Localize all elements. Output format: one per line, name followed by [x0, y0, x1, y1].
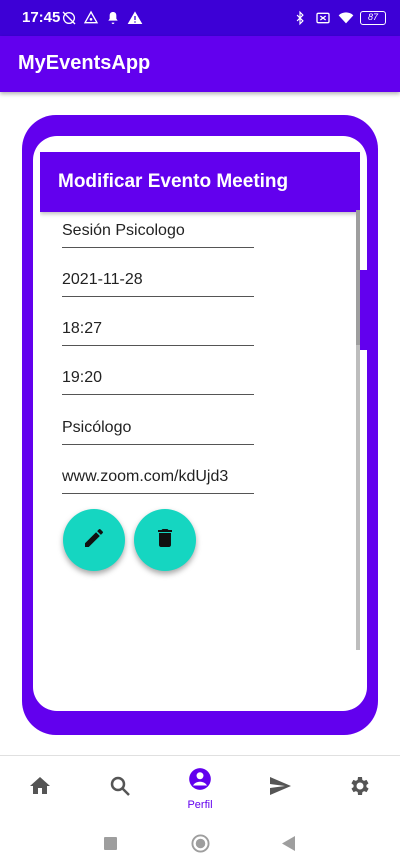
end-time-field[interactable]: 19:20	[62, 365, 254, 395]
no-sim-icon	[314, 9, 332, 27]
muted-alarm-icon	[60, 9, 78, 27]
card-frame-notch	[360, 270, 378, 350]
card-header: Modificar Evento Meeting	[40, 152, 360, 212]
event-name-field[interactable]: Sesión Psicologo	[62, 218, 254, 248]
status-bar: 17:45 87	[0, 0, 400, 36]
warning-icon	[126, 9, 144, 27]
system-navigation-bar	[0, 819, 400, 867]
home-icon	[28, 774, 52, 803]
pencil-icon	[82, 526, 106, 555]
nav-home[interactable]	[0, 756, 80, 820]
back-button[interactable]	[282, 836, 295, 856]
nav-profile[interactable]: Perfil	[160, 756, 240, 820]
data-saver-icon	[82, 9, 100, 27]
home-nav-button[interactable]	[191, 834, 210, 858]
nav-send[interactable]	[240, 756, 320, 820]
delete-button[interactable]	[134, 509, 196, 571]
edit-button[interactable]	[63, 509, 125, 571]
nav-search[interactable]	[80, 756, 160, 820]
card-title: Modificar Evento Meeting	[58, 171, 289, 192]
wifi-icon	[337, 9, 355, 27]
profile-icon	[187, 766, 213, 797]
category-field[interactable]: Psicólogo	[62, 415, 254, 445]
edit-event-card: Modificar Evento Meeting Sesión Psicolog…	[40, 152, 360, 704]
nav-profile-label: Perfil	[187, 798, 213, 811]
event-date-field[interactable]: 2021-11-28	[62, 267, 254, 297]
nav-settings[interactable]	[320, 756, 400, 820]
recents-button[interactable]	[104, 837, 117, 855]
search-icon	[108, 774, 132, 803]
bluetooth-icon	[291, 9, 309, 27]
notification-bell-icon	[104, 9, 122, 27]
send-icon	[268, 774, 292, 803]
start-time-field[interactable]: 18:27	[62, 316, 254, 346]
app-title: MyEventsApp	[18, 52, 151, 74]
scrollbar-thumb[interactable]	[356, 210, 360, 345]
status-time: 17:45	[22, 9, 61, 26]
link-field[interactable]: www.zoom.com/kdUjd3	[62, 464, 254, 494]
settings-icon	[348, 774, 372, 803]
trash-icon	[153, 526, 177, 555]
bottom-navigation: Perfil	[0, 755, 400, 819]
battery-icon: 87	[360, 11, 386, 25]
app-bar: MyEventsApp	[0, 36, 400, 92]
